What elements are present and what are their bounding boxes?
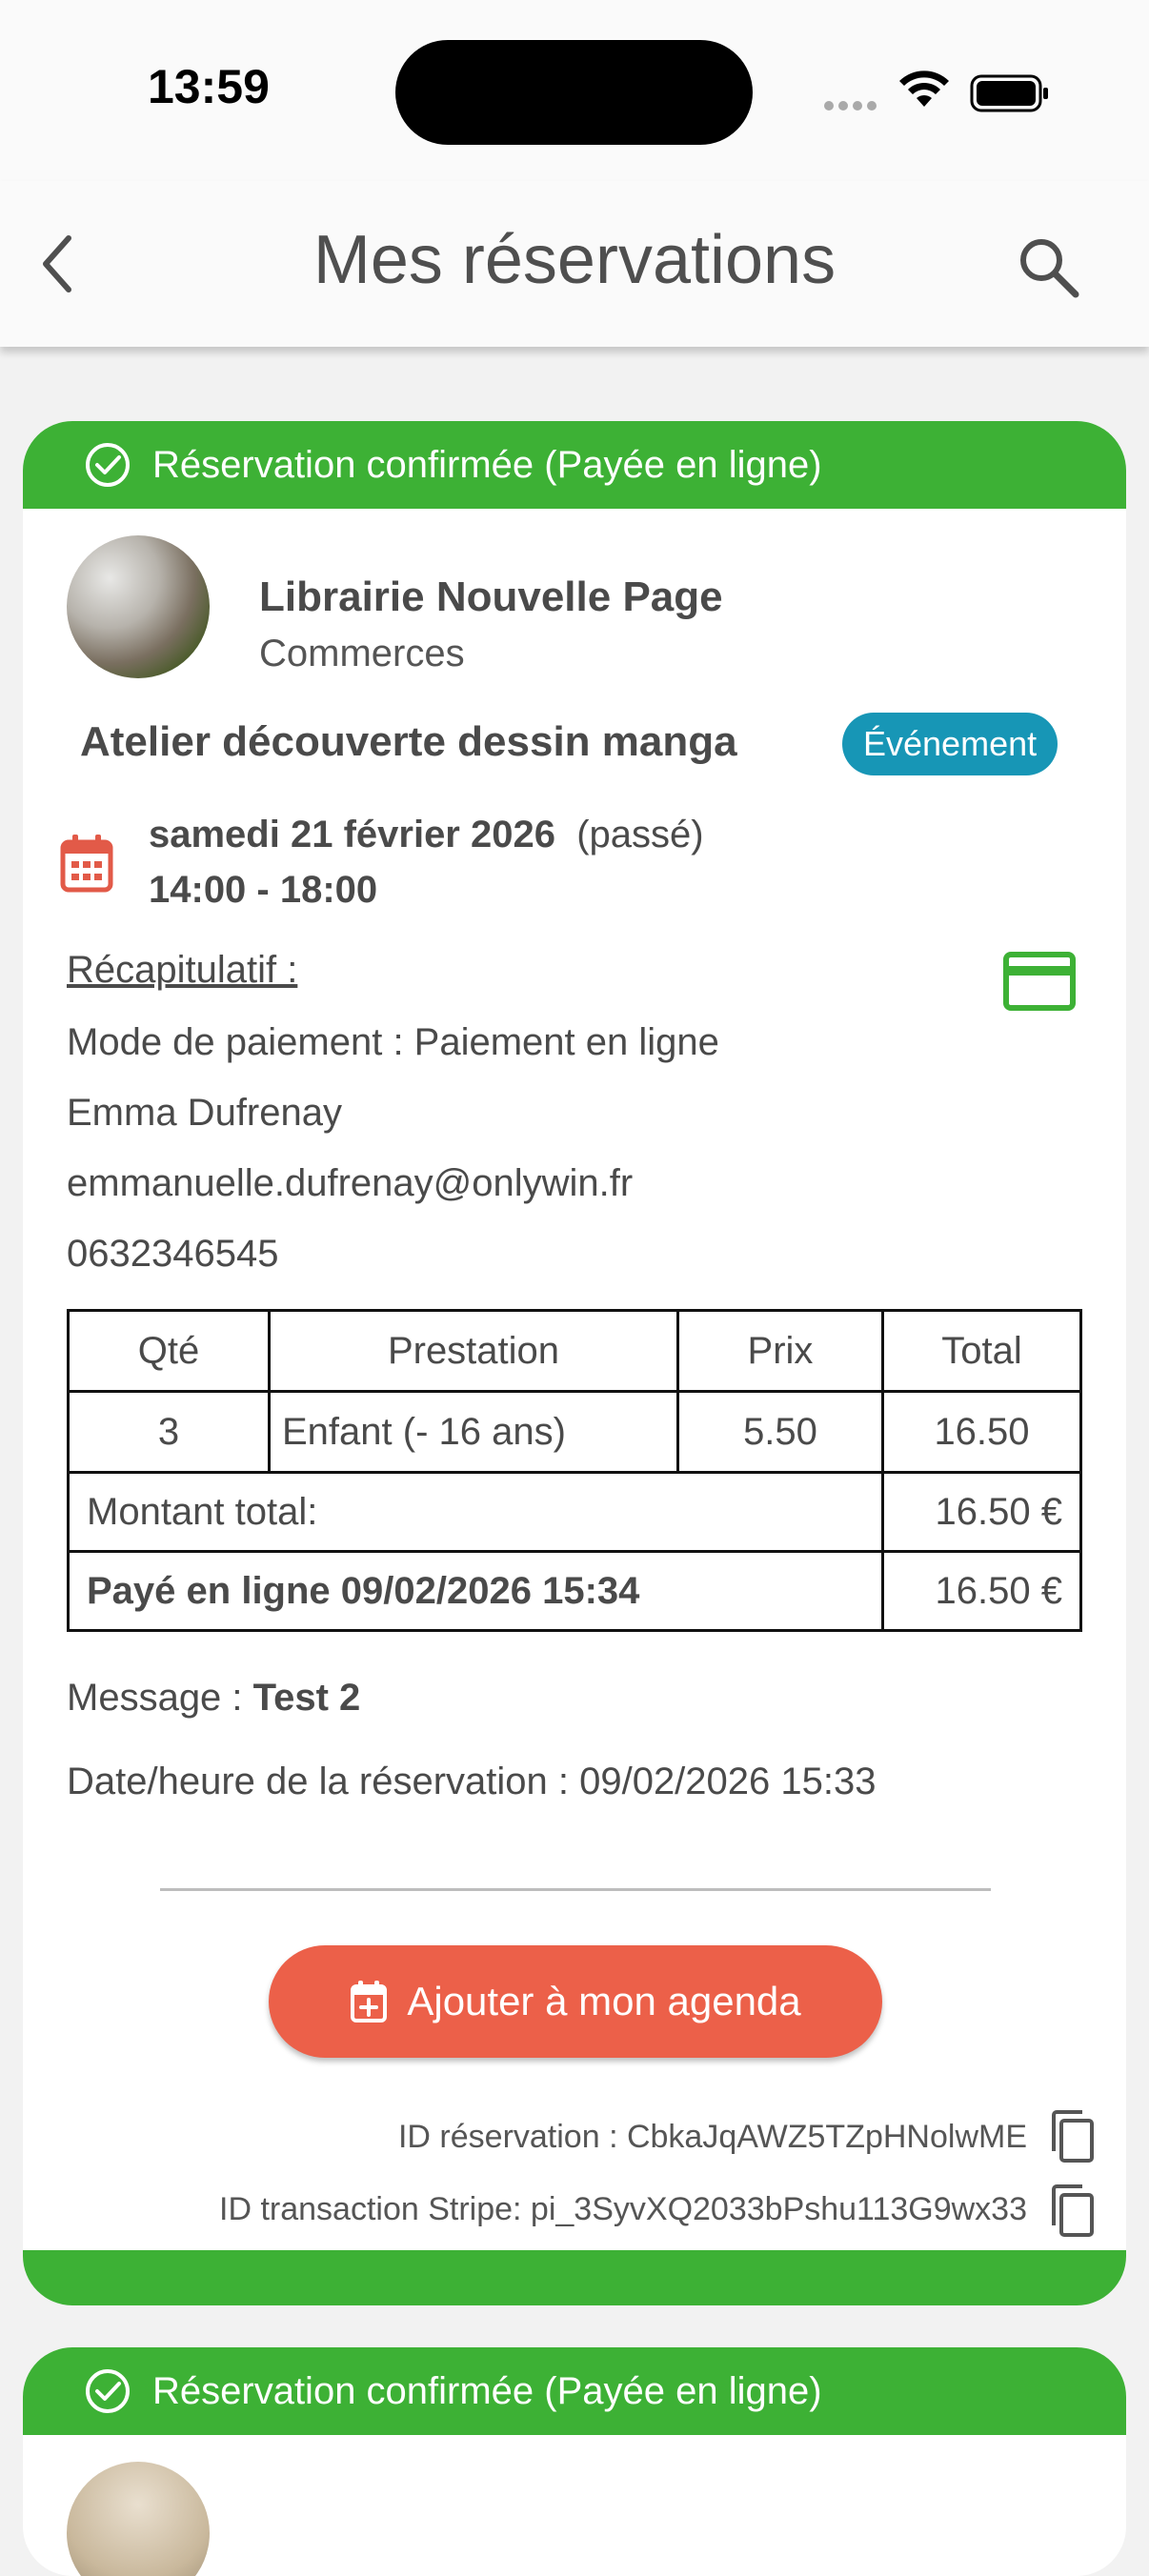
reservation-status-text: Réservation confirmée (Payée en ligne): [152, 443, 822, 486]
order-table: Qté Prestation Prix Total 3 Enfant (- 16…: [67, 1309, 1082, 1632]
reservation-id: ID réservation : CbkaJqAWZ5TZpHNolwME: [397, 2119, 1027, 2155]
event-type-badge: Événement: [842, 713, 1058, 775]
col-header-qty: Qté: [67, 1309, 271, 1393]
app-bar: Mes réservations: [0, 181, 1149, 347]
paid-label: Payé en ligne 09/02/2026 15:34: [67, 1550, 884, 1632]
event-time-range: 14:00 - 18:00: [149, 869, 378, 911]
card-footer-bar: [23, 2250, 1126, 2305]
event-date-value: samedi 21 février 2026: [149, 814, 555, 855]
page-title: Mes réservations: [312, 222, 837, 298]
customer-name: Emma Dufrenay: [67, 1092, 342, 1134]
copy-reservation-id-icon[interactable]: [1048, 2109, 1096, 2164]
customer-phone: 0632346545: [67, 1233, 279, 1275]
shop-name: Librairie Nouvelle Page: [259, 574, 723, 620]
search-icon[interactable]: [1015, 233, 1081, 300]
check-circle-icon: [84, 441, 131, 489]
message-value: Test 2: [252, 1677, 361, 1719]
reservation-status-banner: Réservation confirmée (Payée en ligne): [23, 421, 1126, 509]
total-row: Montant total: 16.50 €: [67, 1471, 1082, 1553]
recap-title: Récapitulatif :: [67, 949, 298, 991]
event-date: samedi 21 février 2026 (passé): [149, 814, 704, 856]
status-time: 13:59: [148, 60, 270, 113]
wifi-icon: [899, 70, 949, 107]
col-header-service: Prestation: [268, 1309, 679, 1393]
customer-email: emmanuelle.dufrenay@onlywin.fr: [67, 1162, 634, 1204]
cell-price: 5.50: [676, 1390, 884, 1474]
dynamic-island: [395, 40, 753, 145]
total-label: Montant total:: [67, 1471, 884, 1553]
divider: [160, 1888, 991, 1891]
calendar-plus-icon: [351, 1981, 388, 2023]
col-header-total: Total: [881, 1309, 1082, 1393]
table-row: 3 Enfant (- 16 ans) 5.50 16.50: [67, 1390, 1082, 1474]
cell-qty: 3: [67, 1390, 271, 1474]
credit-card-icon: [1003, 952, 1076, 1011]
event-title: Atelier découverte dessin manga: [80, 718, 737, 765]
shop-category: Commerces: [259, 633, 465, 674]
reservation-status-banner: Réservation confirmée (Payée en ligne): [23, 2347, 1126, 2435]
stripe-transaction-id: ID transaction Stripe: pi_3SyvXQ2033bPsh…: [219, 2191, 1027, 2227]
message: Message : Test 2: [67, 1677, 360, 1720]
reservation-card: Réservation confirmée (Payée en ligne) L…: [23, 421, 1126, 2305]
cell-total: 16.50: [881, 1390, 1082, 1474]
payment-mode: Mode de paiement : Paiement en ligne: [67, 1021, 719, 1063]
shop-avatar: [67, 535, 210, 678]
booking-datetime: Date/heure de la réservation : 09/02/202…: [67, 1761, 877, 1802]
table-header-row: Qté Prestation Prix Total: [67, 1309, 1082, 1393]
battery-icon: [970, 74, 1048, 112]
signal-dots-icon: [824, 98, 881, 115]
paid-row: Payé en ligne 09/02/2026 15:34 16.50 €: [67, 1550, 1082, 1632]
add-to-calendar-label: Ajouter à mon agenda: [407, 1979, 801, 2023]
total-value: 16.50 €: [881, 1471, 1082, 1553]
event-date-note: (passé): [576, 814, 704, 855]
check-circle-icon: [84, 2367, 131, 2415]
add-to-calendar-button[interactable]: Ajouter à mon agenda: [269, 1945, 882, 2058]
copy-stripe-id-icon[interactable]: [1048, 2184, 1096, 2239]
shop-avatar: [67, 2462, 210, 2576]
reservation-status-text: Réservation confirmée (Payée en ligne): [152, 2369, 822, 2412]
reservation-card: Réservation confirmée (Payée en ligne): [23, 2347, 1126, 2576]
col-header-price: Prix: [676, 1309, 884, 1393]
calendar-icon: [60, 835, 113, 893]
message-label: Message :: [67, 1677, 253, 1719]
cell-service: Enfant (- 16 ans): [268, 1390, 679, 1474]
paid-value: 16.50 €: [881, 1550, 1082, 1632]
status-bar: 13:59: [0, 0, 1149, 181]
